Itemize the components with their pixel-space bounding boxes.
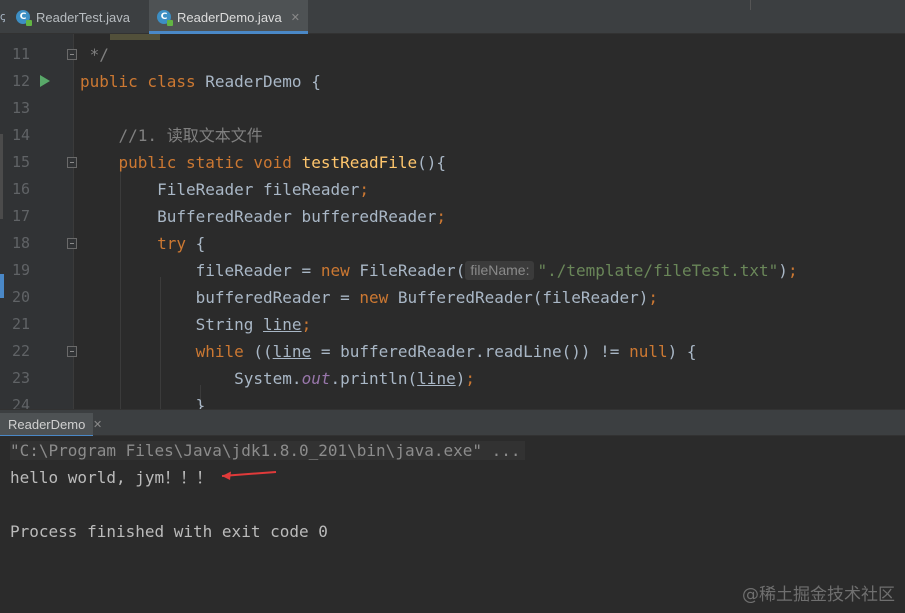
code-text: try { bbox=[157, 234, 206, 253]
watermark: @稀土掘金技术社区 bbox=[742, 585, 895, 605]
tab-label: ReaderTest.java bbox=[36, 9, 130, 25]
code-line: 21 String line; bbox=[0, 311, 905, 338]
highlight-mark bbox=[110, 34, 160, 40]
line-number: 24 bbox=[11, 396, 30, 409]
run-tool-window-header: ReaderDemo ✕ bbox=[0, 409, 905, 437]
code-text: System.out.println(line); bbox=[80, 369, 475, 388]
fold-icon[interactable] bbox=[67, 157, 77, 168]
run-tab[interactable]: ReaderDemo bbox=[0, 413, 94, 437]
code-text: BufferedReader bufferedReader; bbox=[80, 207, 447, 226]
run-icon[interactable] bbox=[40, 75, 50, 87]
red-arrow-annotation bbox=[221, 471, 277, 480]
code-text: String line; bbox=[80, 315, 312, 334]
fold-icon[interactable] bbox=[67, 238, 77, 249]
line-number: 20 bbox=[11, 288, 30, 306]
code-line: 19 fileReader = new FileReader(fileName:… bbox=[0, 257, 905, 284]
line-number: 13 bbox=[11, 99, 30, 117]
code-line: 23 System.out.println(line); bbox=[0, 365, 905, 392]
tab-reader-demo[interactable]: C ReaderDemo.java ✕ bbox=[149, 0, 308, 34]
line-number: 23 bbox=[11, 369, 30, 387]
code-text: bufferedReader = new BufferedReader(file… bbox=[80, 288, 658, 307]
code-text: public class ReaderDemo { bbox=[80, 72, 321, 91]
console-line: "C:\Program Files\Java\jdk1.8.0_201\bin\… bbox=[10, 437, 525, 464]
code-text: fileReader = new FileReader(fileName: "./… bbox=[80, 261, 798, 280]
code-editor[interactable]: 11 */ 12 public class ReaderDemo { 13 14… bbox=[0, 34, 905, 409]
code-text: */ bbox=[80, 45, 109, 64]
line-number: 14 bbox=[11, 126, 30, 144]
console-line: hello world, jym！！！ bbox=[10, 468, 213, 487]
line-number: 21 bbox=[11, 315, 30, 333]
line-number: 16 bbox=[11, 180, 30, 198]
code-line: 22 while ((line = bufferedReader.readLin… bbox=[0, 338, 905, 365]
code-line: 15 public static void testReadFile(){ bbox=[0, 149, 905, 176]
code-line: 14 //1. 读取文本文件 bbox=[0, 122, 905, 149]
editor-tab-bar: ꞔ C ReaderTest.java C ReaderDemo.java ✕ bbox=[0, 0, 905, 34]
tab-label: ReaderDemo.java bbox=[177, 9, 282, 25]
tab-reader-test[interactable]: C ReaderTest.java bbox=[8, 0, 138, 34]
code-text: } bbox=[80, 396, 206, 409]
line-number: 18 bbox=[11, 234, 30, 252]
code-line: 24 } bbox=[0, 392, 905, 409]
code-line: 20 bufferedReader = new BufferedReader(f… bbox=[0, 284, 905, 311]
code-text: while ((line = bufferedReader.readLine()… bbox=[195, 342, 697, 361]
tab-bar-overflow[interactable]: ꞔ bbox=[0, 0, 7, 34]
tab-bar-corner bbox=[750, 0, 905, 10]
java-class-icon: C bbox=[157, 10, 173, 26]
code-line: 17 BufferedReader bufferedReader; bbox=[0, 203, 905, 230]
fold-icon[interactable] bbox=[67, 49, 77, 60]
code-line: 16 FileReader fileReader; bbox=[0, 176, 905, 203]
code-line: 12 public class ReaderDemo { bbox=[0, 68, 905, 95]
java-class-icon: C bbox=[16, 10, 32, 26]
line-number: 12 bbox=[11, 72, 30, 90]
line-number: 15 bbox=[11, 153, 30, 171]
command-line-text: "C:\Program Files\Java\jdk1.8.0_201\bin\… bbox=[10, 441, 525, 460]
line-number: 11 bbox=[11, 45, 30, 63]
code-line: 13 bbox=[0, 95, 905, 122]
code-line: 11 */ bbox=[0, 41, 905, 68]
console-line: Process finished with exit code 0 bbox=[10, 522, 328, 541]
close-icon[interactable]: ✕ bbox=[291, 11, 300, 24]
code-text: FileReader fileReader; bbox=[80, 180, 369, 199]
code-text: public static void testReadFile(){ bbox=[118, 153, 447, 172]
line-number: 22 bbox=[11, 342, 30, 360]
run-console[interactable]: "C:\Program Files\Java\jdk1.8.0_201\bin\… bbox=[0, 436, 905, 613]
code-line: 18 try { bbox=[0, 230, 905, 257]
line-number: 19 bbox=[11, 261, 30, 279]
fold-icon[interactable] bbox=[67, 346, 77, 357]
close-icon[interactable]: ✕ bbox=[93, 413, 109, 437]
line-number: 17 bbox=[11, 207, 30, 225]
comment-text: //1. 读取文本文件 bbox=[80, 126, 263, 145]
parameter-hint: fileName: bbox=[465, 261, 535, 280]
